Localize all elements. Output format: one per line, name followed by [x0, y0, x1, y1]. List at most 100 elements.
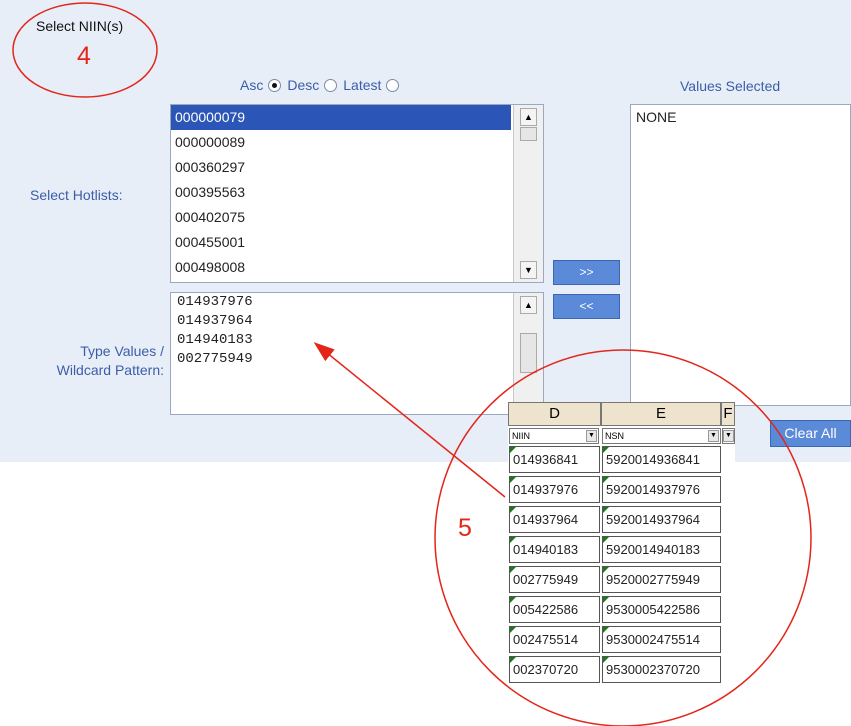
sort-asc-radio[interactable] — [268, 78, 282, 92]
nsn-cell[interactable]: 5920014937964 — [602, 506, 721, 533]
clear-all-button[interactable]: Clear All — [770, 420, 851, 447]
selected-value-item: NONE — [636, 109, 677, 125]
cell-value: 002475514 — [513, 632, 579, 647]
niin-header-label: NIIN — [512, 431, 530, 441]
textarea-scrollbar[interactable]: ▲ — [513, 293, 543, 414]
text-number-indicator-icon — [603, 657, 609, 663]
text-number-indicator-icon — [603, 507, 609, 513]
text-number-indicator-icon — [603, 627, 609, 633]
cell-value: 002370720 — [513, 662, 579, 677]
hotlist-item[interactable]: 000000079 — [171, 105, 511, 130]
sort-asc-label: Asc — [240, 77, 264, 93]
nsn-cell[interactable]: 9520002775949 — [602, 566, 721, 593]
filter-dropdown-icon[interactable]: ▼ — [723, 430, 734, 442]
nsn-cell[interactable]: 5920014936841 — [602, 446, 721, 473]
cell-value: 014940183 — [513, 542, 579, 557]
cell-value: 014937976 — [513, 482, 579, 497]
select-hotlists-label: Select Hotlists: — [30, 187, 123, 203]
nsn-cell[interactable]: 9530002475514 — [602, 626, 721, 653]
remove-values-button[interactable]: << — [553, 294, 620, 319]
text-number-indicator-icon — [510, 507, 516, 513]
nsn-filter-header: NSN ▼ — [602, 428, 721, 444]
niin-cell[interactable]: 014937976 — [509, 476, 600, 503]
text-number-indicator-icon — [510, 477, 516, 483]
typed-value-line: 014937964 — [177, 313, 253, 329]
text-number-indicator-icon — [510, 567, 516, 573]
text-number-indicator-icon — [510, 447, 516, 453]
cell-value: 9530005422586 — [606, 602, 700, 617]
hotlist-listbox[interactable]: 000000079 000000089 000360297 000395563 0004… — [170, 104, 544, 283]
cell-value: 5920014937976 — [606, 482, 700, 497]
niin-cell[interactable]: 014940183 — [509, 536, 600, 563]
text-number-indicator-icon — [510, 657, 516, 663]
type-values-label: Type Values / Wildcard Pattern: — [18, 342, 164, 380]
sort-latest-label: Latest — [343, 77, 382, 93]
typed-value-line: 002775949 — [177, 351, 253, 367]
sort-latest-radio[interactable] — [386, 78, 400, 92]
text-number-indicator-icon — [603, 567, 609, 573]
scroll-up-icon[interactable]: ▲ — [520, 296, 537, 314]
typed-value-line: 014937976 — [177, 294, 253, 310]
niin-cell[interactable]: 002775949 — [509, 566, 600, 593]
cell-value: 002775949 — [513, 572, 579, 587]
values-selected-listbox[interactable]: NONE — [630, 104, 851, 406]
nsn-cell[interactable]: 9530005422586 — [602, 596, 721, 623]
niin-cell[interactable]: 002370720 — [509, 656, 600, 683]
scroll-thumb[interactable] — [520, 127, 537, 141]
cell-value: 005422586 — [513, 602, 579, 617]
sort-desc-radio[interactable] — [324, 78, 338, 92]
hotlist-item[interactable]: 000455001 — [171, 230, 511, 255]
hotlist-scrollbar[interactable]: ▲ ▼ — [513, 105, 543, 282]
scroll-up-icon[interactable]: ▲ — [520, 108, 537, 126]
niin-selection-panel: Select NIIN(s) Asc Desc Latest Values Se… — [0, 0, 851, 462]
nsn-cell[interactable]: 5920014940183 — [602, 536, 721, 563]
spreadsheet-excerpt: D E F NIIN ▼ NSN ▼ ▼ 014936841 5920014936… — [508, 402, 735, 688]
hotlist-item[interactable]: 000402075 — [171, 205, 511, 230]
filter-dropdown-icon[interactable]: ▼ — [708, 430, 719, 442]
scroll-down-icon[interactable]: ▼ — [520, 261, 537, 279]
nsn-cell[interactable]: 5920014937976 — [602, 476, 721, 503]
cell-value: 9530002475514 — [606, 632, 700, 647]
add-values-button[interactable]: >> — [553, 260, 620, 285]
hotlist-item[interactable]: 000000089 — [171, 130, 511, 155]
column-header-d: D — [508, 402, 601, 426]
filter-dropdown-icon[interactable]: ▼ — [586, 430, 597, 442]
niin-cell[interactable]: 002475514 — [509, 626, 600, 653]
nsn-header-label: NSN — [605, 431, 625, 441]
hotlist-item[interactable]: 000498008 — [171, 255, 511, 280]
text-number-indicator-icon — [603, 537, 609, 543]
type-values-label-line1: Type Values / — [80, 343, 164, 359]
cell-value: 014937964 — [513, 512, 579, 527]
sort-desc-label: Desc — [287, 77, 320, 93]
text-number-indicator-icon — [510, 597, 516, 603]
niin-cell[interactable]: 005422586 — [509, 596, 600, 623]
cell-value: 9530002370720 — [606, 662, 700, 677]
text-number-indicator-icon — [603, 447, 609, 453]
cell-value: 014936841 — [513, 452, 579, 467]
cell-value: 9520002775949 — [606, 572, 700, 587]
values-selected-title: Values Selected — [680, 78, 781, 94]
cell-value: 5920014937964 — [606, 512, 700, 527]
type-values-textarea[interactable]: 014937976 014937964 014940183 002775949 ▲ — [170, 292, 544, 415]
hotlist-item[interactable]: 000395563 — [171, 180, 511, 205]
text-number-indicator-icon — [603, 477, 609, 483]
nsn-cell[interactable]: 9530002370720 — [602, 656, 721, 683]
column-header-f: F — [721, 402, 735, 426]
niin-cell[interactable]: 014936841 — [509, 446, 600, 473]
type-values-label-line2: Wildcard Pattern: — [56, 362, 164, 378]
text-number-indicator-icon — [510, 537, 516, 543]
cell-value: 5920014940183 — [606, 542, 700, 557]
sort-options: Asc Desc Latest — [240, 77, 405, 93]
typed-value-line: 014940183 — [177, 332, 253, 348]
cell-value: 5920014936841 — [606, 452, 700, 467]
column-header-e: E — [601, 402, 721, 426]
scroll-thumb[interactable] — [520, 333, 537, 373]
niin-filter-header: NIIN ▼ — [509, 428, 599, 444]
hotlist-item[interactable]: 000360297 — [171, 155, 511, 180]
select-niin-title: Select NIIN(s) — [36, 18, 124, 34]
f-filter-header: ▼ — [722, 428, 735, 444]
step-5-callout: 5 — [458, 514, 472, 542]
text-number-indicator-icon — [603, 597, 609, 603]
step-4-callout: 4 — [77, 42, 91, 70]
niin-cell[interactable]: 014937964 — [509, 506, 600, 533]
